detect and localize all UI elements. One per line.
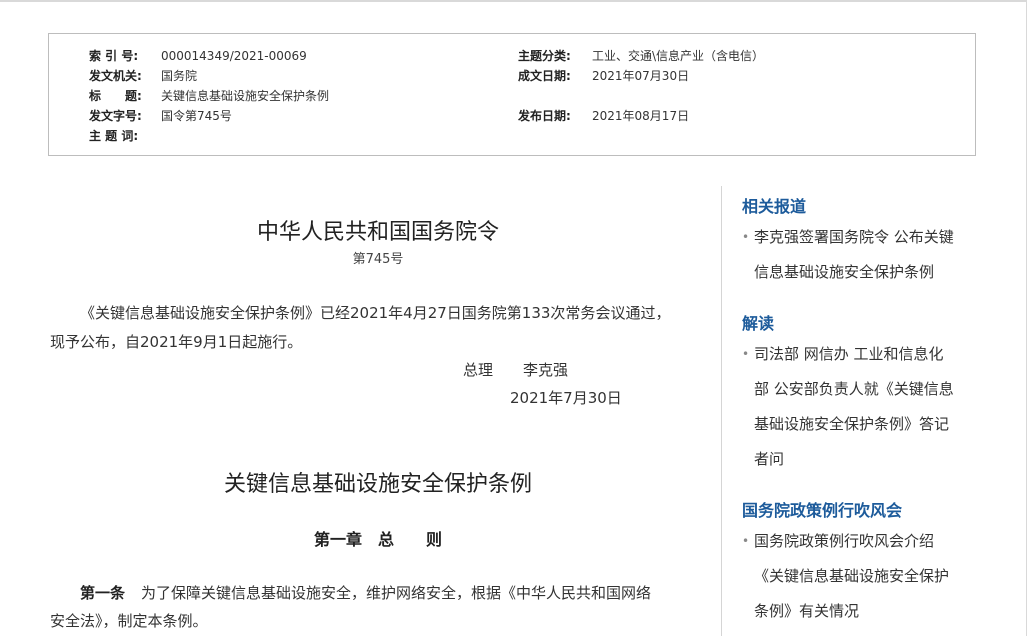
article-1-label: 第一条 [80, 584, 126, 602]
index-label: 索 引 号: [89, 49, 139, 63]
related-report-link[interactable]: • 李克强签署国务院令 公布关键 信息基础设施安全保护条例 [742, 220, 954, 290]
sign-date: 2021年7月30日 [510, 389, 622, 407]
written-date-value: 2021年07月30日 [592, 69, 690, 83]
publish-date-value: 2021年08月17日 [592, 109, 690, 123]
order-number: 第745号 [352, 252, 404, 267]
link-line: 基础设施安全保护条例》答记 [754, 415, 950, 433]
link-line: 者问 [754, 450, 785, 468]
sidebar-divider [721, 186, 722, 636]
issuer-value: 国务院 [161, 69, 198, 83]
section-heading-interpretation: 解读 [742, 314, 775, 333]
publish-date-label: 发布日期: [518, 109, 571, 123]
issuer-label: 发文机关: [89, 69, 142, 83]
written-date-label: 成文日期: [518, 69, 571, 83]
interpretation-link[interactable]: • 司法部 网信办 工业和信息化 部 公安部负责人就《关键信息 基础设施安全保护… [742, 337, 954, 477]
policy-briefing-link[interactable]: • 国务院政策例行吹风会介绍 《关键信息基础设施安全保护 条例》有关情况 [742, 524, 949, 629]
link-line: 司法部 网信办 工业和信息化 [754, 345, 944, 363]
link-line: 条例》有关情况 [754, 602, 860, 620]
bullet-icon: • [742, 230, 750, 244]
link-line: 信息基础设施安全保护条例 [754, 263, 935, 281]
regulation-title: 关键信息基础设施安全保护条例 [223, 472, 532, 497]
bullet-icon: • [742, 347, 750, 361]
document-meta-box: 索 引 号: 000014349/2021-00069 主题分类: 工业、交通\… [48, 33, 976, 156]
link-line: 李克强签署国务院令 公布关键 [754, 228, 954, 246]
top-border [0, 0, 1027, 2]
title-label: 标 题: [89, 89, 142, 103]
intro-paragraph-line-2: 现予公布，自2021年9月1日起施行。 [50, 333, 303, 351]
bullet-icon: • [742, 534, 750, 548]
title-value: 关键信息基础设施安全保护条例 [161, 89, 330, 103]
link-line: 国务院政策例行吹风会介绍 [754, 532, 935, 550]
order-title: 中华人民共和国国务院令 [256, 220, 499, 245]
chapter-heading: 第一章 总 则 [313, 530, 442, 549]
section-heading-related-reports: 相关报道 [742, 197, 807, 216]
topic-value: 工业、交通\信息产业（含电信） [592, 49, 765, 63]
signer: 总理 李克强 [463, 361, 569, 379]
link-line: 部 公安部负责人就《关键信息 [754, 380, 954, 398]
doc-number-label: 发文字号: [89, 109, 142, 123]
index-value: 000014349/2021-00069 [161, 49, 307, 63]
article-1-text: 为了保障关键信息基础设施安全，维护网络安全，根据《中华人民共和国网络 [141, 584, 652, 602]
link-line: 《关键信息基础设施安全保护 [754, 567, 950, 585]
subject-label: 主 题 词: [89, 129, 139, 143]
section-heading-policy-briefing: 国务院政策例行吹风会 [742, 501, 903, 520]
article-1-line-1: 第一条 为了保障关键信息基础设施安全，维护网络安全，根据《中华人民共和国网络 [80, 582, 651, 603]
intro-paragraph-line-1: 《关键信息基础设施安全保护条例》已经2021年4月27日国务院第133次常务会议… [80, 304, 671, 322]
article-1-line-2: 安全法》，制定本条例。 [50, 612, 208, 630]
topic-label: 主题分类: [518, 49, 571, 63]
doc-number-value: 国令第745号 [161, 109, 232, 123]
